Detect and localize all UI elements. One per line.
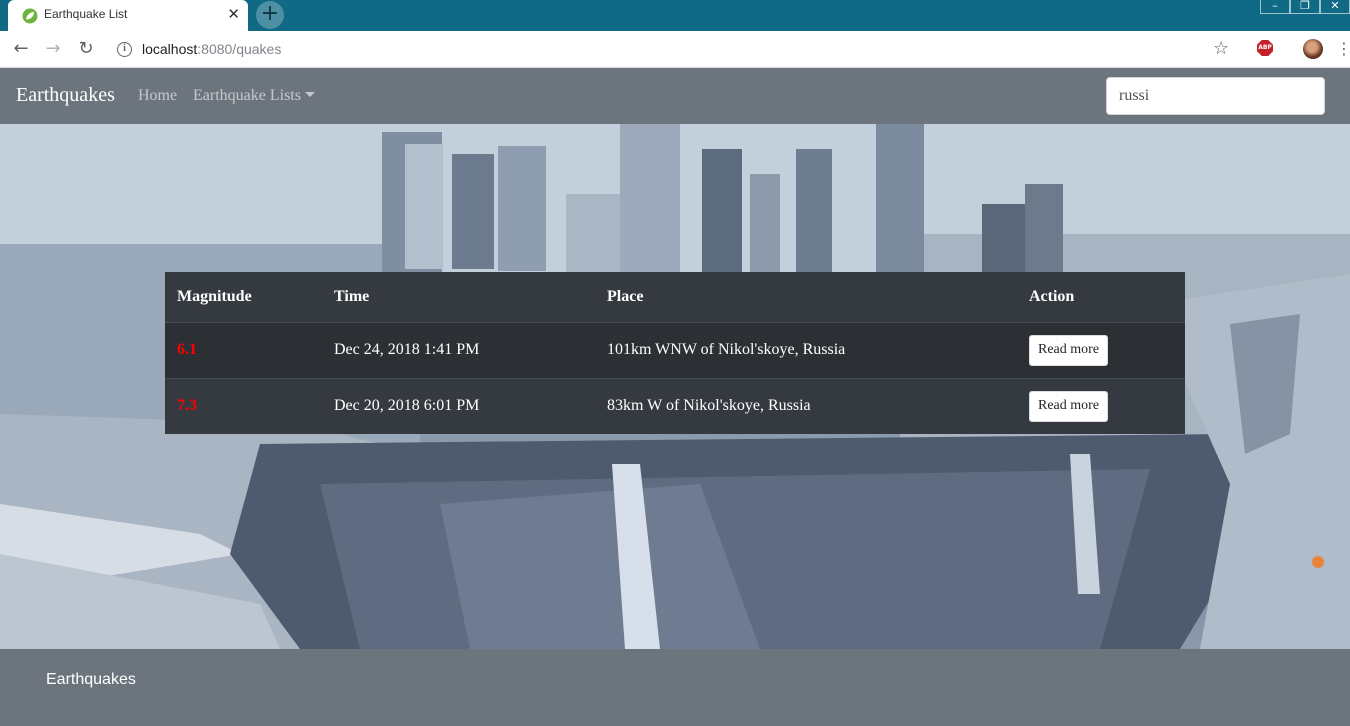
time-cell: Dec 20, 2018 6:01 PM: [322, 377, 595, 434]
browser-tab[interactable]: Earthquake List ✕: [8, 0, 248, 31]
read-more-button[interactable]: Read more: [1029, 390, 1109, 422]
tab-close-icon[interactable]: ✕: [227, 5, 240, 23]
adblock-icon[interactable]: ABP: [1257, 40, 1273, 56]
url-host: localhost: [142, 41, 198, 57]
earthquake-table: Magnitude Time Place Action 6.1 Dec 24, …: [165, 272, 1185, 434]
nav-link-home[interactable]: Home: [138, 87, 177, 105]
forward-icon[interactable]: →: [43, 39, 63, 59]
action-cell: Read more: [1017, 321, 1185, 378]
browser-tabstrip: Earthquake List ✕ + – ❐ ✕: [0, 0, 1350, 31]
place-cell: 83km W of Nikol'skoye, Russia: [595, 377, 1017, 434]
minimize-icon[interactable]: –: [1260, 0, 1290, 14]
site-info-icon[interactable]: i: [117, 42, 132, 57]
tab-title: Earthquake List: [44, 7, 128, 21]
site-footer: Earthquakes: [0, 649, 1350, 726]
menu-kebab-icon[interactable]: ⋮: [1336, 39, 1350, 59]
table-row: 7.3 Dec 20, 2018 6:01 PM 83km W of Nikol…: [165, 377, 1185, 434]
table-header-row: Magnitude Time Place Action: [165, 272, 1185, 323]
navbar-brand[interactable]: Earthquakes: [16, 84, 115, 107]
search-input[interactable]: [1106, 77, 1325, 115]
column-header-time: Time: [322, 272, 595, 323]
nav-dropdown-earthquake-lists[interactable]: Earthquake Lists: [193, 87, 315, 105]
dropdown-caret-icon: [304, 92, 315, 97]
place-cell: 101km WNW of Nikol'skoye, Russia: [595, 321, 1017, 378]
magnitude-cell: 6.1: [165, 321, 322, 378]
read-more-button[interactable]: Read more: [1029, 334, 1109, 366]
column-header-magnitude: Magnitude: [165, 272, 322, 323]
back-icon[interactable]: ←: [11, 39, 31, 59]
footer-text: Earthquakes: [46, 671, 136, 688]
column-header-place: Place: [595, 272, 1017, 323]
url-path: :8080/quakes: [197, 41, 282, 57]
address-bar[interactable]: localhost:8080/quakes: [142, 41, 281, 57]
new-tab-button[interactable]: +: [256, 1, 284, 29]
column-header-action: Action: [1017, 272, 1185, 323]
browser-toolbar: ← → ↻ i localhost:8080/quakes ☆ ABP ⋮: [0, 31, 1350, 68]
bookmark-star-icon[interactable]: ☆: [1213, 38, 1229, 59]
site-navbar: Earthquakes Home Earthquake Lists: [0, 68, 1350, 124]
table-row: 6.1 Dec 24, 2018 1:41 PM 101km WNW of Ni…: [165, 321, 1185, 378]
close-window-icon[interactable]: ✕: [1320, 0, 1350, 14]
reload-icon[interactable]: ↻: [76, 39, 96, 59]
spring-leaf-icon: [22, 8, 38, 24]
nav-dropdown-label: Earthquake Lists: [193, 87, 301, 104]
restore-icon[interactable]: ❐: [1290, 0, 1320, 14]
window-controls: – ❐ ✕: [1260, 0, 1350, 16]
profile-avatar[interactable]: [1303, 39, 1323, 59]
action-cell: Read more: [1017, 377, 1185, 434]
time-cell: Dec 24, 2018 1:41 PM: [322, 321, 595, 378]
hero-background-image: Magnitude Time Place Action 6.1 Dec 24, …: [0, 124, 1350, 649]
magnitude-cell: 7.3: [165, 377, 322, 434]
